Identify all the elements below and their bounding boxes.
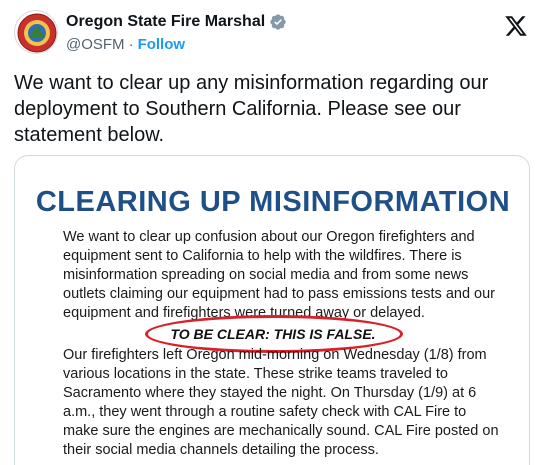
handle[interactable]: @OSFM xyxy=(66,36,125,53)
statement-emphasis: TO BE CLEAR: THIS IS FALSE. xyxy=(170,326,376,342)
tweet-header: Oregon State Fire Marshal @OSFM · Follow xyxy=(14,8,534,60)
statement-heading: CLEARING UP MISINFORMATION xyxy=(35,186,511,218)
media-card[interactable]: CLEARING UP MISINFORMATION We want to cl… xyxy=(14,155,530,465)
statement-paragraph-2: Our firefighters left Oregon mid-morning… xyxy=(63,347,499,458)
x-logo-icon[interactable] xyxy=(504,14,528,38)
avatar[interactable] xyxy=(14,10,58,54)
separator: · xyxy=(128,36,134,53)
name-row: Oregon State Fire Marshal xyxy=(66,13,287,31)
osfm-seal-icon xyxy=(16,12,57,53)
follow-button[interactable]: Follow xyxy=(138,36,186,53)
statement-paragraph-1: We want to clear up confusion about our … xyxy=(63,229,496,321)
display-name[interactable]: Oregon State Fire Marshal xyxy=(66,13,265,31)
tweet-text: We want to clear up any misinformation r… xyxy=(14,72,489,146)
verified-badge-icon xyxy=(270,14,286,30)
handle-row: @OSFM · Follow xyxy=(66,36,185,53)
